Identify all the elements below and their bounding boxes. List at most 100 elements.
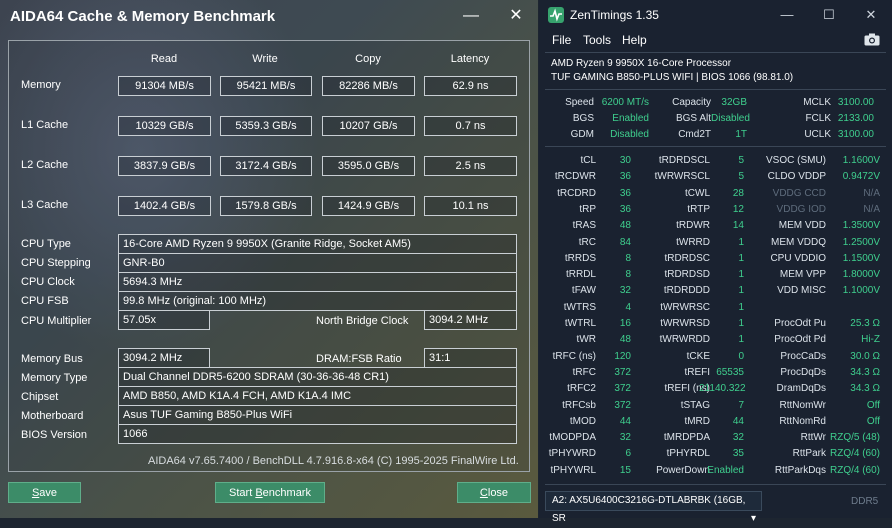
voltage-value: N/A (863, 204, 880, 215)
bios-version-value: 1066 (118, 424, 517, 444)
cpu-fsb-label: CPU FSB (21, 295, 69, 307)
timing-label: tRP (579, 204, 596, 215)
timing-value: 1 (738, 318, 744, 329)
voltage-value: Hi-Z (861, 334, 880, 345)
memory-type-value: Dual Channel DDR5-6200 SDRAM (30-36-36-4… (118, 367, 517, 387)
cpu-clock-label: CPU Clock (21, 276, 75, 288)
timing-label: tMODPDA (549, 432, 596, 443)
bench-row-label: L2 Cache (21, 159, 69, 171)
top-label: BGS Alt (675, 113, 711, 124)
close-button[interactable]: Close (457, 482, 531, 503)
bench-row-label: L1 Cache (21, 119, 69, 131)
menu-tools[interactable]: Tools (583, 33, 611, 47)
voltage-value: 34.3 Ω (850, 367, 880, 378)
zen-titlebar: ZenTimings 1.35 — ☐ ✕ (539, 0, 892, 30)
motherboard-value: Asus TUF Gaming B850-Plus WiFi (118, 405, 517, 425)
timing-value: 48 (619, 220, 631, 231)
timing-value: 28 (732, 188, 744, 199)
cpu-name: AMD Ryzen 9 9950X 16-Core Processor (551, 58, 732, 69)
timing-value: 44 (619, 416, 631, 427)
voltage-label: VDDG CCD (772, 188, 826, 199)
top-label: FCLK (805, 113, 831, 124)
bench-read-value: 91304 MB/s (118, 76, 211, 96)
header-read: Read (150, 53, 178, 65)
top-label: BGS (572, 113, 594, 124)
timing-label: tRCDRD (557, 188, 596, 199)
voltage-value: RZQ/4 (60) (829, 465, 880, 476)
timing-value: 30 (619, 155, 631, 166)
top-value: 32GB (721, 97, 747, 108)
board-info: TUF GAMING B850-PLUS WIFI | BIOS 1066 (9… (551, 72, 794, 83)
timing-label: tWR (576, 334, 596, 345)
timing-label: tRAS (572, 220, 596, 231)
top-label: Speed (565, 97, 594, 108)
timing-value: 16 (619, 318, 631, 329)
timing-value: 84 (619, 237, 631, 248)
timing-value: 1 (738, 253, 744, 264)
timing-value: 7 (738, 400, 744, 411)
cpu-type-value: 16-Core AMD Ryzen 9 9950X (Granite Ridge… (118, 234, 517, 254)
header-copy: Copy (355, 53, 381, 65)
save-button[interactable]: Save (8, 482, 81, 503)
camera-icon[interactable] (864, 33, 880, 46)
timing-value: 0 (738, 351, 744, 362)
voltage-label: RttParkDqs (774, 465, 826, 476)
timing-value: 1 (738, 237, 744, 248)
timing-label: tRFCsb (562, 400, 596, 411)
top-value: 2133.00 (837, 113, 874, 124)
voltage-label: RttWr (800, 432, 826, 443)
timing-label: tCL (580, 155, 596, 166)
voltage-value: RZQ/4 (60) (829, 448, 880, 459)
bench-row-label: L3 Cache (21, 199, 69, 211)
voltage-label: CPU VDDIO (770, 253, 826, 264)
timing-label: tRFC (ns) (552, 351, 596, 362)
timing-value: 65535 (716, 367, 744, 378)
close-window-button[interactable]: ✕ (503, 5, 529, 27)
voltage-label: RttNomRd (779, 416, 826, 427)
header-latency: Latency (450, 53, 490, 65)
timing-label: tPHYWRD (548, 448, 596, 459)
dram-fsb-value: 31:1 (424, 348, 517, 368)
timing-value: 36 (619, 171, 631, 182)
timing-label: tRRDL (565, 269, 596, 280)
zen-maximize-button[interactable]: ☐ (818, 5, 840, 25)
zen-minimize-button[interactable]: — (776, 5, 798, 25)
bench-write-value: 3172.4 GB/s (220, 156, 312, 176)
bench-read-value: 3837.9 GB/s (118, 156, 211, 176)
voltage-label: MEM VDD (778, 220, 826, 231)
minimize-button[interactable]: — (458, 5, 484, 27)
timing-value: Enabled (707, 465, 744, 476)
timing-value: 32 (732, 432, 744, 443)
voltage-label: ProcCaDs (780, 351, 826, 362)
voltage-label: ProcDqDs (780, 367, 826, 378)
dram-fsb-label: DRAM:FSB Ratio (316, 353, 402, 365)
bench-latency-value: 62.9 ns (424, 76, 517, 96)
timing-value: 5 (738, 155, 744, 166)
timing-value: 35 (732, 448, 744, 459)
voltage-value: 1.1500V (842, 253, 880, 264)
top-label: MCLK (803, 97, 831, 108)
voltage-label: RttPark (792, 448, 826, 459)
bench-latency-value: 0.7 ns (424, 116, 517, 136)
chipset-value: AMD B850, AMD K1A.4 FCH, AMD K1A.4 IMC (118, 386, 517, 406)
bios-version-label: BIOS Version (21, 429, 88, 441)
zen-close-button[interactable]: ✕ (860, 5, 882, 25)
dimm-select[interactable]: A2: AX5U6400C3216G-DTLABRBK (16GB, SR ▾ (545, 491, 762, 524)
voltage-value: N/A (863, 188, 880, 199)
menu-help[interactable]: Help (622, 33, 647, 47)
zen-window-title: ZenTimings 1.35 (570, 8, 659, 22)
timing-value: 6 (625, 448, 631, 459)
timing-label: tWTRL (564, 318, 596, 329)
voltage-label: MEM VPP (779, 269, 826, 280)
timing-value: 48 (619, 334, 631, 345)
voltage-label: MEM VDDQ (771, 237, 826, 248)
aida64-window: AIDA64 Cache & Memory Benchmark — ✕ Read… (0, 0, 538, 518)
menu-file[interactable]: File (552, 33, 571, 47)
aida-titlebar: AIDA64 Cache & Memory Benchmark — ✕ (0, 0, 538, 34)
start-benchmark-button[interactable]: Start Benchmark (215, 482, 325, 503)
top-label: GDM (570, 129, 594, 140)
voltage-value: Off (866, 416, 880, 427)
timing-label: tPHYWRL (550, 465, 596, 476)
bench-read-value: 10329 GB/s (118, 116, 211, 136)
cpu-multiplier-value: 57.05x (118, 310, 210, 330)
